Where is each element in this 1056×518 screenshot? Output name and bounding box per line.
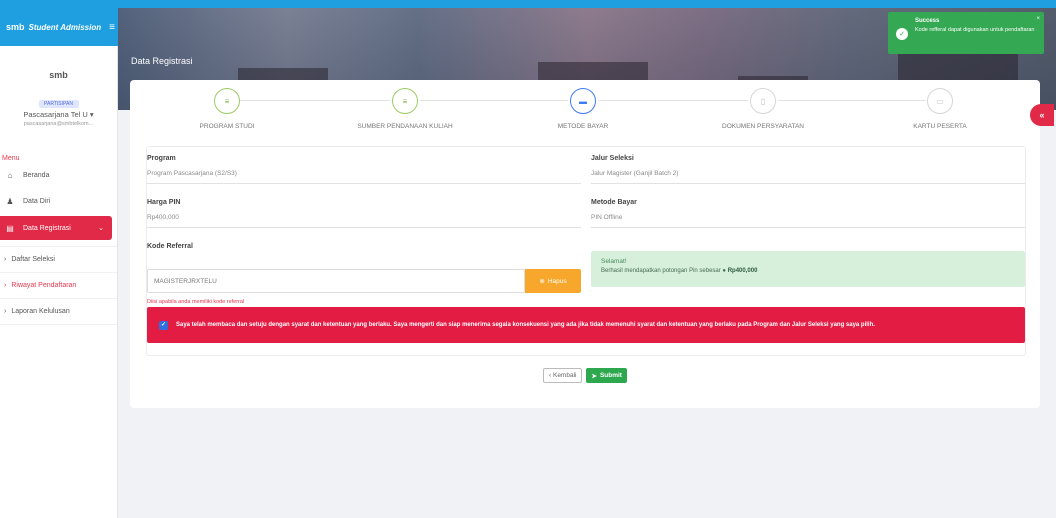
sidebar-item-beranda[interactable]: ⌂ Beranda — [0, 162, 117, 188]
program-field: Program Program Pascasarjana (S2/S3) — [147, 155, 581, 184]
user-icon: ♟ — [6, 196, 14, 206]
subitem-label: Laporan Kelulusan — [11, 308, 70, 315]
field-label: Metode Bayar — [591, 199, 637, 206]
step-dokumen-persyaratan[interactable]: ▯ DOKUMEN PERSYARATAN — [693, 88, 833, 130]
alert-text: Berhasil mendapatkan potongan Pin sebesa… — [601, 268, 1015, 274]
toast-body: Success Kode refferal dapat digunakan un… — [915, 18, 1034, 48]
subitem-riwayat-pendaftaran[interactable]: › Riwayat Pendaftaran — [0, 273, 117, 299]
home-icon: ⌂ — [7, 170, 13, 180]
sidebar-item-label: Beranda — [23, 171, 50, 179]
step-metode-bayar[interactable]: ▬ METODE BAYAR — [513, 88, 653, 130]
step-label: PROGRAM STUDI — [199, 123, 255, 130]
sidebar-item-label: Data Diri — [23, 197, 51, 205]
sidebar-item-data-diri[interactable]: ♟ Data Diri — [0, 188, 117, 214]
kembali-button[interactable]: ‹ Kembali — [543, 368, 583, 383]
discount-alert: Selamat! Berhasil mendapatkan potongan P… — [591, 251, 1025, 287]
agreement-text: Saya telah membaca dan setuju dengan sya… — [176, 321, 875, 328]
coin-icon: ● — [722, 268, 727, 274]
chevron-down-icon: ⌄ — [98, 225, 104, 232]
step-label: KARTU PESERTA — [913, 123, 967, 130]
toast-title: Success — [915, 18, 940, 24]
success-toast: ✓ Success Kode refferal dapat digunakan … — [888, 12, 1044, 54]
user-email: pascasarjana@smbtelkom... — [23, 121, 94, 127]
subitem-label: Riwayat Pendaftaran — [11, 282, 77, 289]
send-icon: ➤ — [591, 372, 597, 380]
sidebar-item-data-registrasi[interactable]: ▤ Data Registrasi ⌄ — [0, 216, 112, 240]
chevron-right-icon: › — [4, 282, 7, 289]
jalur-field: Jalur Seleksi Jalur Magister (Ganjil Bat… — [591, 155, 1025, 184]
alert-amount: Rp400,000 — [727, 268, 758, 274]
menu-title: Menu — [2, 155, 20, 162]
document-icon: ▤ — [6, 223, 14, 233]
brand-bar: smb Student Admission ≡ — [0, 8, 118, 46]
payment-card-icon: ▬ — [570, 88, 596, 114]
step-sumber-pendanaan[interactable]: ≡ SUMBER PENDANAAN KULIAH — [335, 88, 475, 130]
field-label: Jalur Seleksi — [591, 155, 634, 162]
submit-button[interactable]: ➤ Submit — [586, 368, 627, 383]
referral-input[interactable]: MAGISTERJRXTELU — [147, 269, 525, 293]
referral-hint: Diisi apabila anda memiliki kode referra… — [147, 299, 245, 305]
field-label: Harga PIN — [147, 199, 181, 206]
subitem-laporan-kelulusan[interactable]: › Laporan Kelulusan — [0, 299, 117, 325]
hamburger-icon[interactable]: ≡ — [109, 22, 115, 33]
role-badge: PARTISIPAN — [38, 100, 79, 108]
stepper: ≡ PROGRAM STUDI ≡ SUMBER PENDANAAN KULIA… — [130, 80, 1040, 140]
registration-card: ≡ PROGRAM STUDI ≡ SUMBER PENDANAAN KULIA… — [130, 80, 1040, 408]
program-value: Program Pascasarjana (S2/S3) — [147, 170, 581, 184]
metode-value: PIN Offline — [591, 214, 1025, 228]
alert-message: Berhasil mendapatkan potongan Pin sebesa… — [601, 268, 721, 274]
step-label: SUMBER PENDANAAN KULIAH — [357, 123, 453, 130]
harga-value: Rp400,000 — [147, 214, 581, 228]
brand-logo: smb — [6, 22, 25, 32]
app-name: Student Admission — [28, 22, 102, 32]
page-title: Data Registrasi — [131, 56, 193, 66]
step-kartu-peserta[interactable]: ▭ KARTU PESERTA — [870, 88, 1010, 130]
double-chevron-left-icon: « — [1039, 110, 1045, 120]
button-label: Hapus — [547, 277, 567, 285]
chevron-right-icon: › — [4, 256, 7, 263]
field-label: Kode Referral — [147, 243, 193, 250]
remove-icon: ⊗ — [539, 278, 545, 285]
referral-field: Kode Referral MAGISTERJRXTELU ⊗ Hapus Di… — [147, 243, 587, 307]
registration-form: Program Program Pascasarjana (S2/S3) Jal… — [146, 146, 1026, 356]
button-label: Submit — [599, 372, 622, 379]
document-icon: ▯ — [750, 88, 776, 114]
step-done-icon: ≡ — [392, 88, 418, 114]
jalur-value: Jalur Magister (Ganjil Batch 2) — [591, 170, 1025, 184]
step-done-icon: ≡ — [214, 88, 240, 114]
sidebar-submenu: › Daftar Seleksi › Riwayat Pendaftaran ›… — [0, 246, 117, 325]
chevron-right-icon: › — [4, 308, 7, 315]
subitem-label: Daftar Seleksi — [11, 256, 55, 263]
form-actions: ‹ Kembali ➤ Submit — [130, 368, 1040, 383]
agreement-checkbox[interactable]: ✓ — [159, 320, 168, 330]
check-circle-icon: ✓ — [896, 28, 908, 40]
subitem-daftar-seleksi[interactable]: › Daftar Seleksi — [0, 247, 117, 273]
id-card-icon: ▭ — [927, 88, 953, 114]
step-label: METODE BAYAR — [557, 123, 609, 130]
step-label: DOKUMEN PERSYARATAN — [722, 123, 804, 130]
agreement-box[interactable]: ✓ Saya telah membaca dan setuju dengan s… — [147, 307, 1025, 343]
metode-field: Metode Bayar PIN Offline — [591, 199, 1025, 228]
user-dropdown[interactable]: Pascasarjana Tel U ▾ — [0, 110, 117, 119]
sidebar-logo: smb — [49, 70, 68, 80]
close-icon[interactable]: × — [1036, 16, 1040, 22]
collapse-panel-button[interactable]: « — [1030, 104, 1054, 126]
step-program-studi[interactable]: ≡ PROGRAM STUDI — [157, 88, 297, 130]
toast-message: Kode refferal dapat digunakan untuk pend… — [915, 27, 1035, 33]
harga-field: Harga PIN Rp400,000 — [147, 199, 581, 228]
sidebar: smb PARTISIPAN Pascasarjana Tel U ▾ pasc… — [0, 46, 118, 518]
hapus-button[interactable]: ⊗ Hapus — [525, 269, 581, 293]
field-label: Program — [147, 155, 176, 162]
sidebar-item-label: Data Registrasi — [23, 224, 71, 232]
alert-title: Selamat! — [601, 258, 627, 265]
